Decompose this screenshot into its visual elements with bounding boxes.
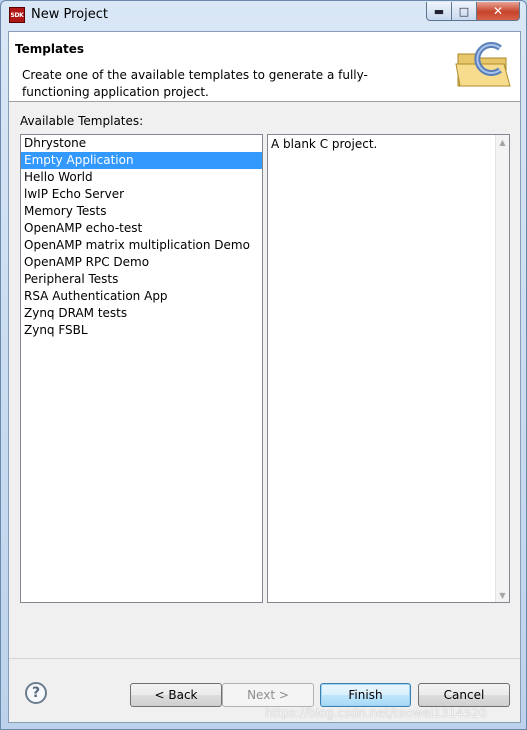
template-list-item[interactable]: Peripheral Tests [21,271,262,288]
maximize-button[interactable]: □ [452,2,477,21]
window-controls: ▬ □ ✕ [426,2,520,21]
wizard-banner: Templates Create one of the available te… [9,32,520,102]
help-button[interactable]: ? [25,682,47,704]
sdk-app-icon: SDK [9,7,25,23]
folder-c-project-icon [455,42,511,87]
template-list-item[interactable]: RSA Authentication App [21,288,262,305]
template-list-item[interactable]: Empty Application [21,152,262,169]
scroll-up-arrow-icon[interactable]: ▲ [496,135,509,149]
cancel-button[interactable]: Cancel [418,683,510,707]
banner-title: Templates [15,42,85,56]
footer-divider [9,658,520,659]
template-list-item[interactable]: Zynq DRAM tests [21,305,262,322]
dialog-client-area: Templates Create one of the available te… [8,31,521,723]
template-list-item[interactable]: Dhrystone [21,135,262,152]
template-list-item[interactable]: OpenAMP echo-test [21,220,262,237]
title-bar[interactable]: SDK New Project ▬ □ ✕ [1,1,526,31]
banner-description: Create one of the available templates to… [22,68,368,99]
description-scrollbar[interactable]: ▲ ▼ [495,135,509,602]
new-project-window: SDK New Project ▬ □ ✕ Templates Create o… [0,0,527,730]
template-list-item[interactable]: Hello World [21,169,262,186]
minimize-icon: ▬ [433,4,445,18]
templates-list[interactable]: Dhrystone Empty Application Hello World lwI… [20,134,263,603]
template-list-item[interactable]: OpenAMP RPC Demo [21,254,262,271]
finish-button[interactable]: Finish [320,683,411,707]
close-button[interactable]: ✕ [477,2,520,21]
template-list-item[interactable]: Zynq FSBL [21,322,262,339]
maximize-icon: □ [458,4,470,18]
template-description-panel: A blank C project. ▲ ▼ [267,134,510,603]
template-list-item[interactable]: OpenAMP matrix multiplication Demo [21,237,262,254]
scroll-down-arrow-icon[interactable]: ▼ [496,588,509,602]
help-icon: ? [31,685,41,701]
close-icon: ✕ [492,4,504,18]
window-title: New Project [31,7,108,22]
next-button[interactable]: Next > [222,683,314,707]
minimize-button[interactable]: ▬ [426,2,452,21]
back-button[interactable]: < Back [130,683,222,707]
watermark-text: https://blog.csdn.net/taowei1314520 [265,706,487,720]
template-description-text: A blank C project. [271,137,378,151]
available-templates-label: Available Templates: [20,114,144,128]
template-list-item[interactable]: Memory Tests [21,203,262,220]
template-list-item[interactable]: lwIP Echo Server [21,186,262,203]
